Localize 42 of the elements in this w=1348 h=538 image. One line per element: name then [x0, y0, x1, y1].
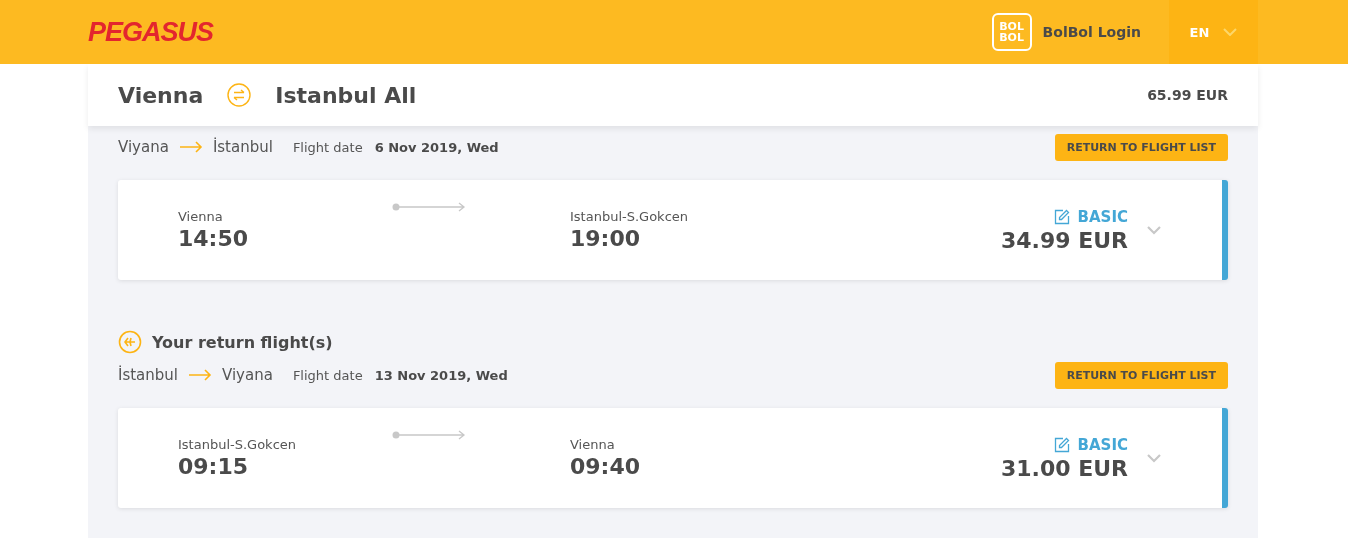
destination-city: Istanbul All: [275, 82, 417, 108]
flight-card[interactable]: Istanbul-S.Gokcen 09:15 Vienna 09:40 BASIC 31.00 EUR: [118, 408, 1228, 508]
fare-price: 34.99 EUR: [1000, 227, 1128, 253]
flight-arrow-icon: [392, 202, 466, 212]
flight-date: 6 Nov 2019, Wed: [374, 139, 499, 155]
total-price: 65.99 EUR: [1147, 87, 1228, 103]
chevron-icon[interactable]: [1146, 225, 1162, 235]
fare-name: BASIC: [1077, 207, 1128, 226]
fare-price: 31.00 EUR: [1000, 455, 1128, 481]
return-to-list-button[interactable]: RETURN TO FLIGHT LIST: [1054, 133, 1228, 161]
departure-time: 14:50: [178, 226, 250, 251]
date-label: Flight date: [292, 367, 363, 383]
plane-icon: [118, 330, 142, 354]
arrow-icon: [188, 369, 212, 381]
arrival-city: Vienna: [570, 437, 616, 452]
chevron-icon[interactable]: [1146, 453, 1162, 463]
chevron-icon: [1223, 28, 1238, 36]
flight-arrow-icon: [392, 430, 466, 440]
arrival-city: Istanbul-S.Gokcen: [570, 209, 689, 224]
edit-icon: [1053, 436, 1070, 453]
departure-city: Vienna: [178, 209, 224, 224]
destination-city: Viyana: [222, 366, 273, 384]
logo[interactable]: PEGASUS: [88, 16, 214, 48]
swap-icon[interactable]: [227, 83, 252, 107]
return-to-list-button[interactable]: RETURN TO FLIGHT LIST: [1054, 361, 1228, 389]
login-link[interactable]: BolBol Login: [1042, 24, 1141, 40]
departure-time: 09:15: [178, 454, 250, 479]
bolbol-logo-icon: BOL BOL: [991, 13, 1032, 51]
origin-city: İstanbul: [118, 366, 178, 384]
date-label: Flight date: [292, 139, 363, 155]
origin-city: Viyana: [118, 138, 169, 156]
flight-date: 13 Nov 2019, Wed: [374, 367, 508, 383]
departure-city: Istanbul-S.Gokcen: [178, 437, 298, 452]
arrow-icon: [178, 141, 203, 153]
arrival-time: 09:40: [570, 454, 641, 479]
section-title: Your return flight(s): [152, 332, 333, 352]
arrival-time: 19:00: [570, 226, 642, 251]
edit-icon: [1053, 208, 1070, 225]
origin-city: Vienna: [118, 82, 204, 108]
fare-name: BASIC: [1077, 435, 1128, 454]
destination-city: İstanbul: [212, 138, 273, 156]
flight-card[interactable]: Vienna 14:50 Istanbul-S.Gokcen 19:00 BASIC 34.99 EUR: [118, 180, 1228, 280]
